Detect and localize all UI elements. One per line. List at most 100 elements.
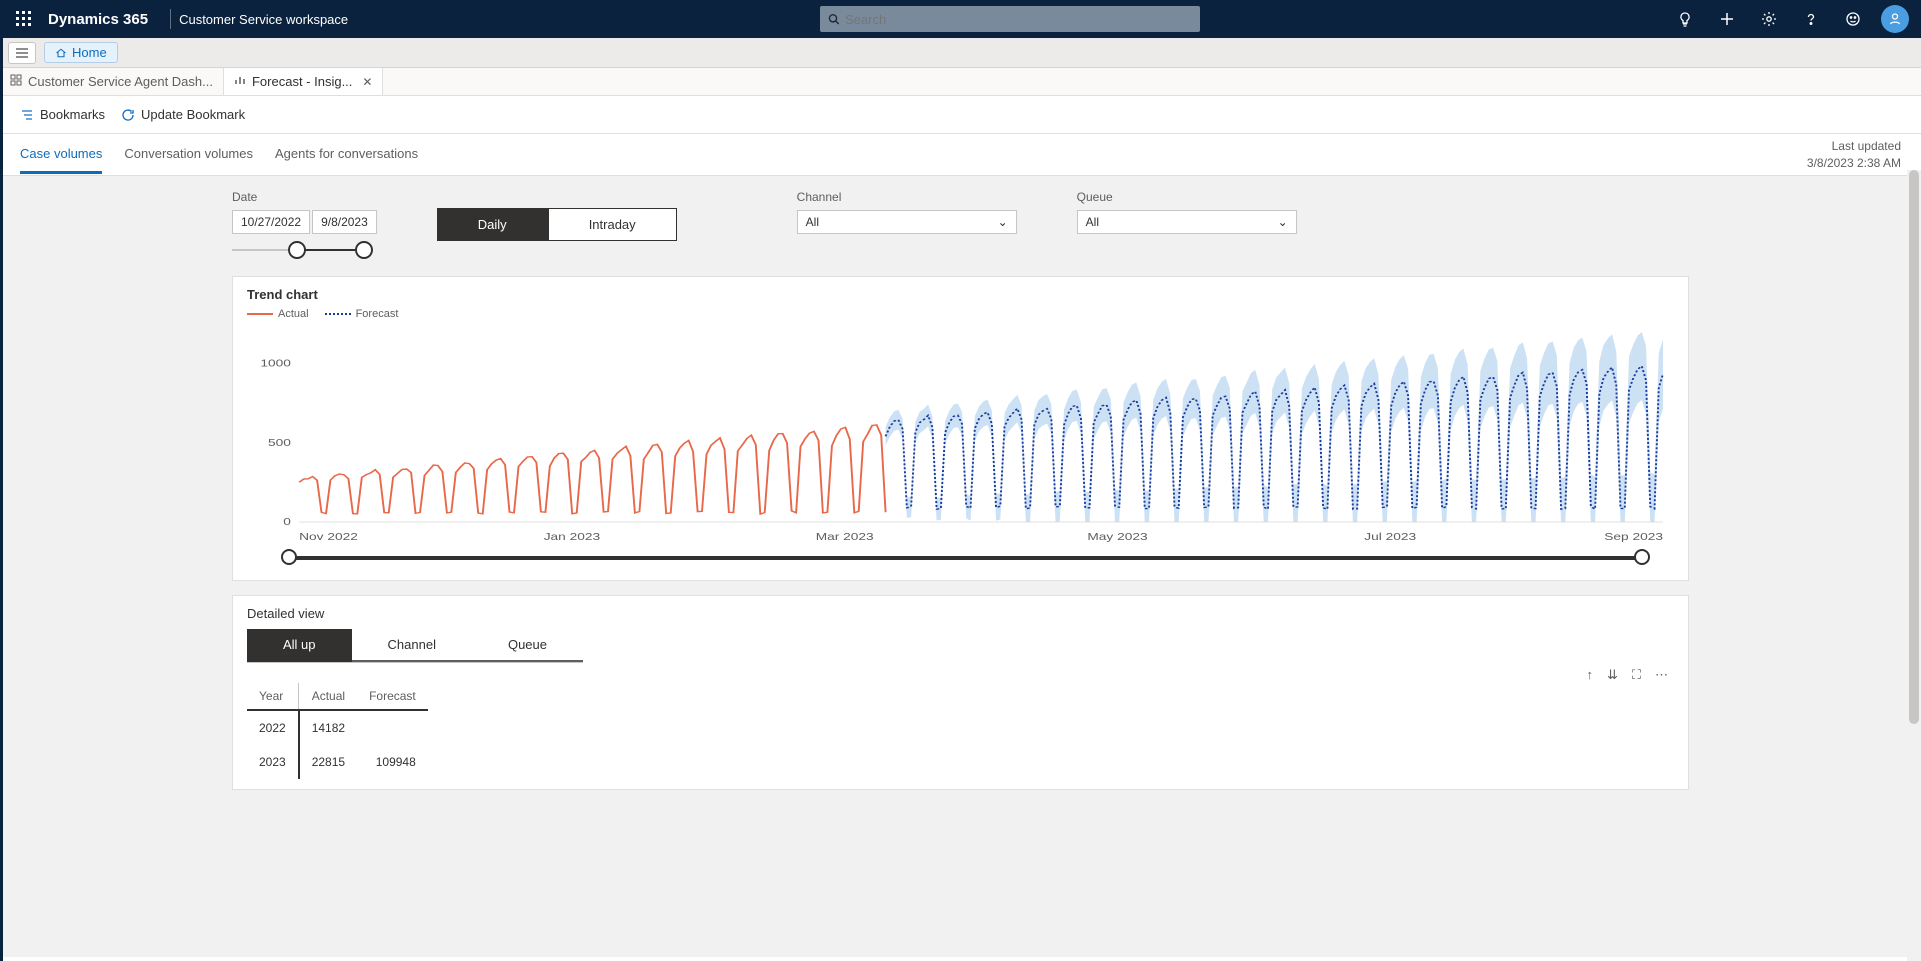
scrollbar[interactable] [1907, 170, 1921, 961]
help-icon[interactable] [1797, 5, 1825, 33]
daily-button[interactable]: Daily [437, 208, 548, 241]
date-label: Date [232, 190, 377, 204]
lightbulb-icon[interactable] [1671, 5, 1699, 33]
command-bar: Bookmarks Update Bookmark [0, 96, 1921, 134]
last-updated-label: Last updated [1807, 138, 1901, 154]
svg-text:Mar 2023: Mar 2023 [816, 531, 874, 543]
detailed-title: Detailed view [247, 606, 1674, 621]
left-rail [0, 38, 3, 961]
table-toolbar: ↑ ⇊ ⛶ ⋯ [247, 663, 1674, 687]
zoom-handle-start[interactable] [281, 549, 297, 565]
session-tab-forecast[interactable]: Forecast - Insig... ✕ [224, 68, 383, 95]
home-icon [55, 47, 67, 59]
col-actual[interactable]: Actual [299, 683, 357, 710]
svg-text:0: 0 [283, 516, 291, 528]
refresh-icon [121, 108, 135, 122]
cell-actual: 22815 [299, 745, 357, 779]
focus-mode-icon[interactable]: ⛶ [1632, 667, 1641, 683]
legend-actual-label: Actual [278, 308, 309, 320]
session-tabs: Customer Service Agent Dash... Forecast … [0, 68, 1921, 96]
site-map-button[interactable] [8, 42, 36, 64]
drill-up-icon[interactable]: ↑ [1586, 667, 1593, 683]
trend-chart[interactable]: 05001000Nov 2022Jan 2023Mar 2023May 2023… [247, 326, 1674, 546]
avatar[interactable] [1881, 5, 1909, 33]
queue-label: Queue [1077, 190, 1297, 204]
svg-text:Jul 2023: Jul 2023 [1364, 531, 1416, 543]
cell-forecast: 109948 [357, 745, 428, 779]
slider-handle-end[interactable] [355, 241, 373, 259]
emoji-icon[interactable] [1839, 5, 1867, 33]
col-year[interactable]: Year [247, 683, 299, 710]
granularity-toggle: Daily Intraday [437, 190, 677, 241]
trend-chart-card: Trend chart Actual Forecast 05001000Nov … [232, 276, 1689, 581]
col-forecast[interactable]: Forecast [357, 683, 428, 710]
svg-text:Nov 2022: Nov 2022 [299, 531, 358, 543]
svg-text:Jan 2023: Jan 2023 [544, 531, 601, 543]
tab-case-volumes[interactable]: Case volumes [20, 136, 102, 174]
legend-forecast[interactable]: Forecast [325, 308, 399, 320]
session-tab-label: Customer Service Agent Dash... [28, 74, 213, 89]
date-filter: Date 10/27/2022 9/8/2023 [232, 190, 377, 262]
detail-tabs: All up Channel Queue [247, 629, 583, 663]
divider [170, 9, 171, 29]
search-icon [828, 13, 839, 25]
cell-actual: 14182 [299, 710, 357, 745]
session-tab-agent-dashboard[interactable]: Customer Service Agent Dash... [0, 68, 224, 95]
cell-year: 2022 [247, 710, 299, 745]
svg-text:May 2023: May 2023 [1087, 531, 1148, 543]
app-launcher-icon[interactable] [6, 11, 42, 27]
gear-icon[interactable] [1755, 5, 1783, 33]
intraday-button[interactable]: Intraday [548, 208, 677, 241]
scrollbar-thumb[interactable] [1909, 170, 1919, 724]
search-wrap [348, 6, 1671, 32]
legend-actual[interactable]: Actual [247, 308, 309, 320]
zoom-handle-end[interactable] [1634, 549, 1650, 565]
data-table: Year Actual Forecast 2022 14182 2023 228… [247, 683, 428, 779]
last-updated-value: 3/8/2023 2:38 AM [1807, 155, 1901, 171]
chart-zoom-slider[interactable] [285, 546, 1646, 570]
close-icon[interactable]: ✕ [362, 75, 372, 89]
bookmarks-icon [20, 108, 34, 122]
queue-dropdown[interactable]: All ⌄ [1077, 210, 1297, 234]
update-bookmark-button[interactable]: Update Bookmark [121, 107, 245, 122]
detailed-view-card: Detailed view All up Channel Queue ↑ ⇊ ⛶… [232, 595, 1689, 790]
channel-value: All [806, 215, 819, 229]
chevron-down-icon: ⌄ [998, 215, 1008, 229]
tab-agents-conversations[interactable]: Agents for conversations [275, 136, 418, 174]
svg-text:Sep 2023: Sep 2023 [1604, 531, 1663, 543]
cell-forecast [357, 710, 428, 745]
last-updated: Last updated 3/8/2023 2:38 AM [1807, 138, 1901, 170]
date-range-slider[interactable] [232, 238, 372, 262]
topbar-actions [1671, 5, 1909, 33]
trend-title: Trend chart [247, 287, 1674, 302]
channel-label: Channel [797, 190, 1017, 204]
date-to-input[interactable]: 9/8/2023 [312, 210, 377, 234]
date-inputs: 10/27/2022 9/8/2023 [232, 210, 377, 234]
detail-tab-queue[interactable]: Queue [472, 629, 583, 662]
search-input[interactable] [845, 12, 1192, 27]
queue-value: All [1086, 215, 1099, 229]
brand-name: Dynamics 365 [48, 11, 148, 28]
bookmarks-button[interactable]: Bookmarks [20, 107, 105, 122]
svg-text:1000: 1000 [260, 358, 291, 370]
channel-filter: Channel All ⌄ [797, 190, 1017, 234]
tab-conversation-volumes[interactable]: Conversation volumes [124, 136, 253, 174]
plus-icon[interactable] [1713, 5, 1741, 33]
legend-forecast-label: Forecast [356, 308, 399, 320]
table-header-row: Year Actual Forecast [247, 683, 428, 710]
detail-tab-allup[interactable]: All up [247, 629, 352, 662]
trend-legend: Actual Forecast [247, 308, 1674, 320]
date-from-input[interactable]: 10/27/2022 [232, 210, 310, 234]
more-options-icon[interactable]: ⋯ [1655, 667, 1668, 683]
slider-handle-start[interactable] [288, 241, 306, 259]
channel-dropdown[interactable]: All ⌄ [797, 210, 1017, 234]
table-row[interactable]: 2022 14182 [247, 710, 428, 745]
dashboard-icon [10, 74, 22, 89]
search-box[interactable] [820, 6, 1200, 32]
detail-tab-channel[interactable]: Channel [352, 629, 472, 662]
chart-icon [234, 74, 246, 89]
home-breadcrumb[interactable]: Home [44, 42, 118, 63]
zoom-track [285, 556, 1646, 560]
table-row[interactable]: 2023 22815 109948 [247, 745, 428, 779]
drill-down-icon[interactable]: ⇊ [1607, 667, 1618, 683]
